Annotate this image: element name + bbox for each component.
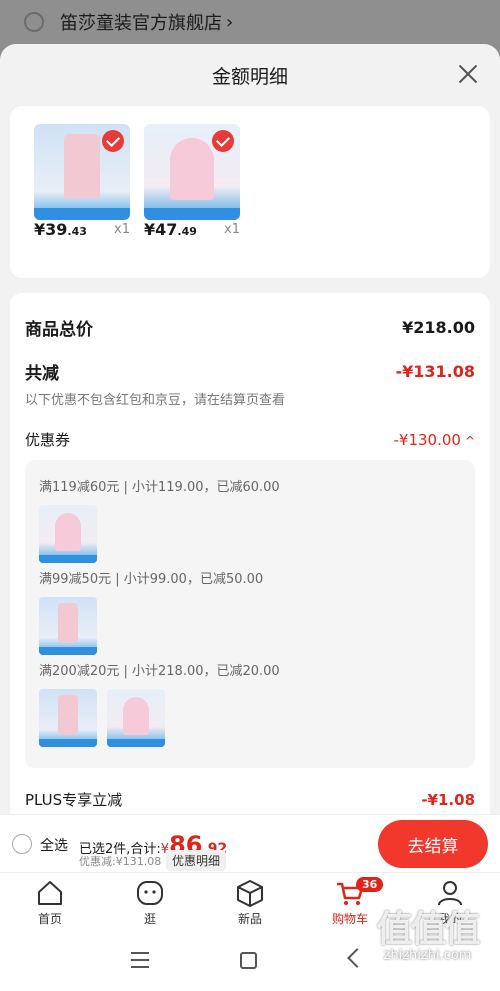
pants-image (58, 695, 78, 735)
tab-new[interactable]: 新品 (220, 879, 280, 927)
pants-image (58, 603, 78, 643)
checkout-bar: 全选 已选2件,合计:¥86.92 优惠减:¥131.08 优惠明细 去结算 (0, 814, 500, 872)
thumb-strip (39, 647, 97, 655)
product-qty: x1 (224, 222, 240, 237)
coupon-label: 优惠券 (25, 431, 71, 449)
amount-detail-sheet: 金额明细 ¥39.43 x1 ¥47.49 x1 商品总价 ¥218.00 共减… (0, 44, 500, 814)
thumb-strip (34, 208, 130, 220)
product-thumbnail (34, 124, 130, 220)
sheet-title: 金额明细 (211, 66, 288, 88)
coupon-amount[interactable]: -¥130.00 ^ (393, 430, 475, 449)
tab-explore[interactable]: 逛 (120, 879, 180, 927)
thumb-strip (39, 555, 97, 563)
discount-detail-button[interactable]: 优惠明细 (166, 850, 227, 871)
checked-icon (102, 130, 124, 152)
product-item[interactable] (144, 124, 240, 220)
store-header: 笛莎童装官方旗舰店 › (0, 0, 500, 44)
coupon-product-thumbnail (39, 689, 97, 747)
coupon-product-thumbnail (39, 597, 97, 655)
product-price: ¥47.49 (144, 220, 197, 239)
product-qty: x1 (114, 222, 130, 237)
chevron-up-icon: ^ (464, 434, 475, 448)
pants-image (64, 134, 100, 198)
store-chevron-icon: › (226, 11, 234, 33)
coupon-product-thumbnail (39, 505, 97, 563)
checked-icon (212, 130, 234, 152)
cart-count-badge: 36 (356, 877, 384, 892)
reduce-value: -¥131.08 (395, 362, 475, 381)
plus-value: -¥1.08 (421, 790, 475, 809)
tab-label: 首页 (37, 912, 62, 926)
discount-text: 优惠减:¥131.08 (79, 855, 162, 868)
girl-image (170, 138, 214, 200)
tab-home[interactable]: 首页 (20, 879, 80, 927)
plus-label: PLUS专享立减 (25, 791, 123, 809)
total-value: ¥218.00 (402, 318, 475, 337)
product-price: ¥39.43 (34, 220, 87, 239)
coupon-line: 满99减50元 | 小计99.00，已减50.00 (39, 572, 264, 587)
coupon-product-thumbnail (107, 689, 165, 747)
product-thumbnail (144, 124, 240, 220)
coupon-breakdown: 满119减60元 | 小计119.00，已减60.00 满99减50元 | 小计… (25, 460, 475, 768)
select-all-label[interactable]: 全选 (40, 835, 68, 855)
discount-note: 以下优惠不包含红包和京豆，请在结算页查看 (25, 393, 286, 408)
watermark: 值值值 zhizhizhi.com (355, 900, 500, 963)
thumb-strip (107, 739, 165, 747)
home-icon (38, 881, 62, 905)
store-select-radio[interactable] (24, 12, 44, 32)
product-item[interactable] (34, 124, 130, 220)
close-icon[interactable] (454, 60, 482, 88)
girl-image (55, 513, 81, 551)
checkout-button[interactable]: 去结算 (378, 820, 488, 868)
total-row: 商品总价 ¥218.00 (25, 315, 475, 340)
thumb-strip (39, 739, 97, 747)
coupon-line: 满119减60元 | 小计119.00，已减60.00 (39, 480, 280, 495)
tab-label: 逛 (143, 912, 156, 926)
watermark-logo: 值值值 (376, 909, 480, 950)
total-label: 商品总价 (25, 320, 93, 340)
menu-icon[interactable] (131, 952, 149, 968)
home-square-icon[interactable] (240, 952, 257, 969)
girl-image (123, 697, 149, 735)
product-card: ¥39.43 x1 ¥47.49 x1 (10, 106, 490, 278)
tab-label: 新品 (237, 912, 262, 926)
thumb-strip (144, 208, 240, 220)
face-icon (137, 881, 163, 905)
coupon-row[interactable]: 优惠券 -¥130.00 ^ (25, 429, 475, 450)
reduce-label: 共减 (25, 364, 59, 384)
select-all-radio[interactable] (12, 834, 32, 854)
coupon-line: 满200减20元 | 小计218.00，已减20.00 (39, 664, 280, 679)
amount-detail-card: 商品总价 ¥218.00 共减 -¥131.08 以下优惠不包含红包和京豆，请在… (10, 293, 490, 814)
plus-row: PLUS专享立减 -¥1.08 (25, 789, 475, 810)
reduce-row: 共减 -¥131.08 (25, 359, 475, 384)
store-name[interactable]: 笛莎童装官方旗舰店 (60, 9, 222, 35)
cube-icon (237, 880, 263, 907)
